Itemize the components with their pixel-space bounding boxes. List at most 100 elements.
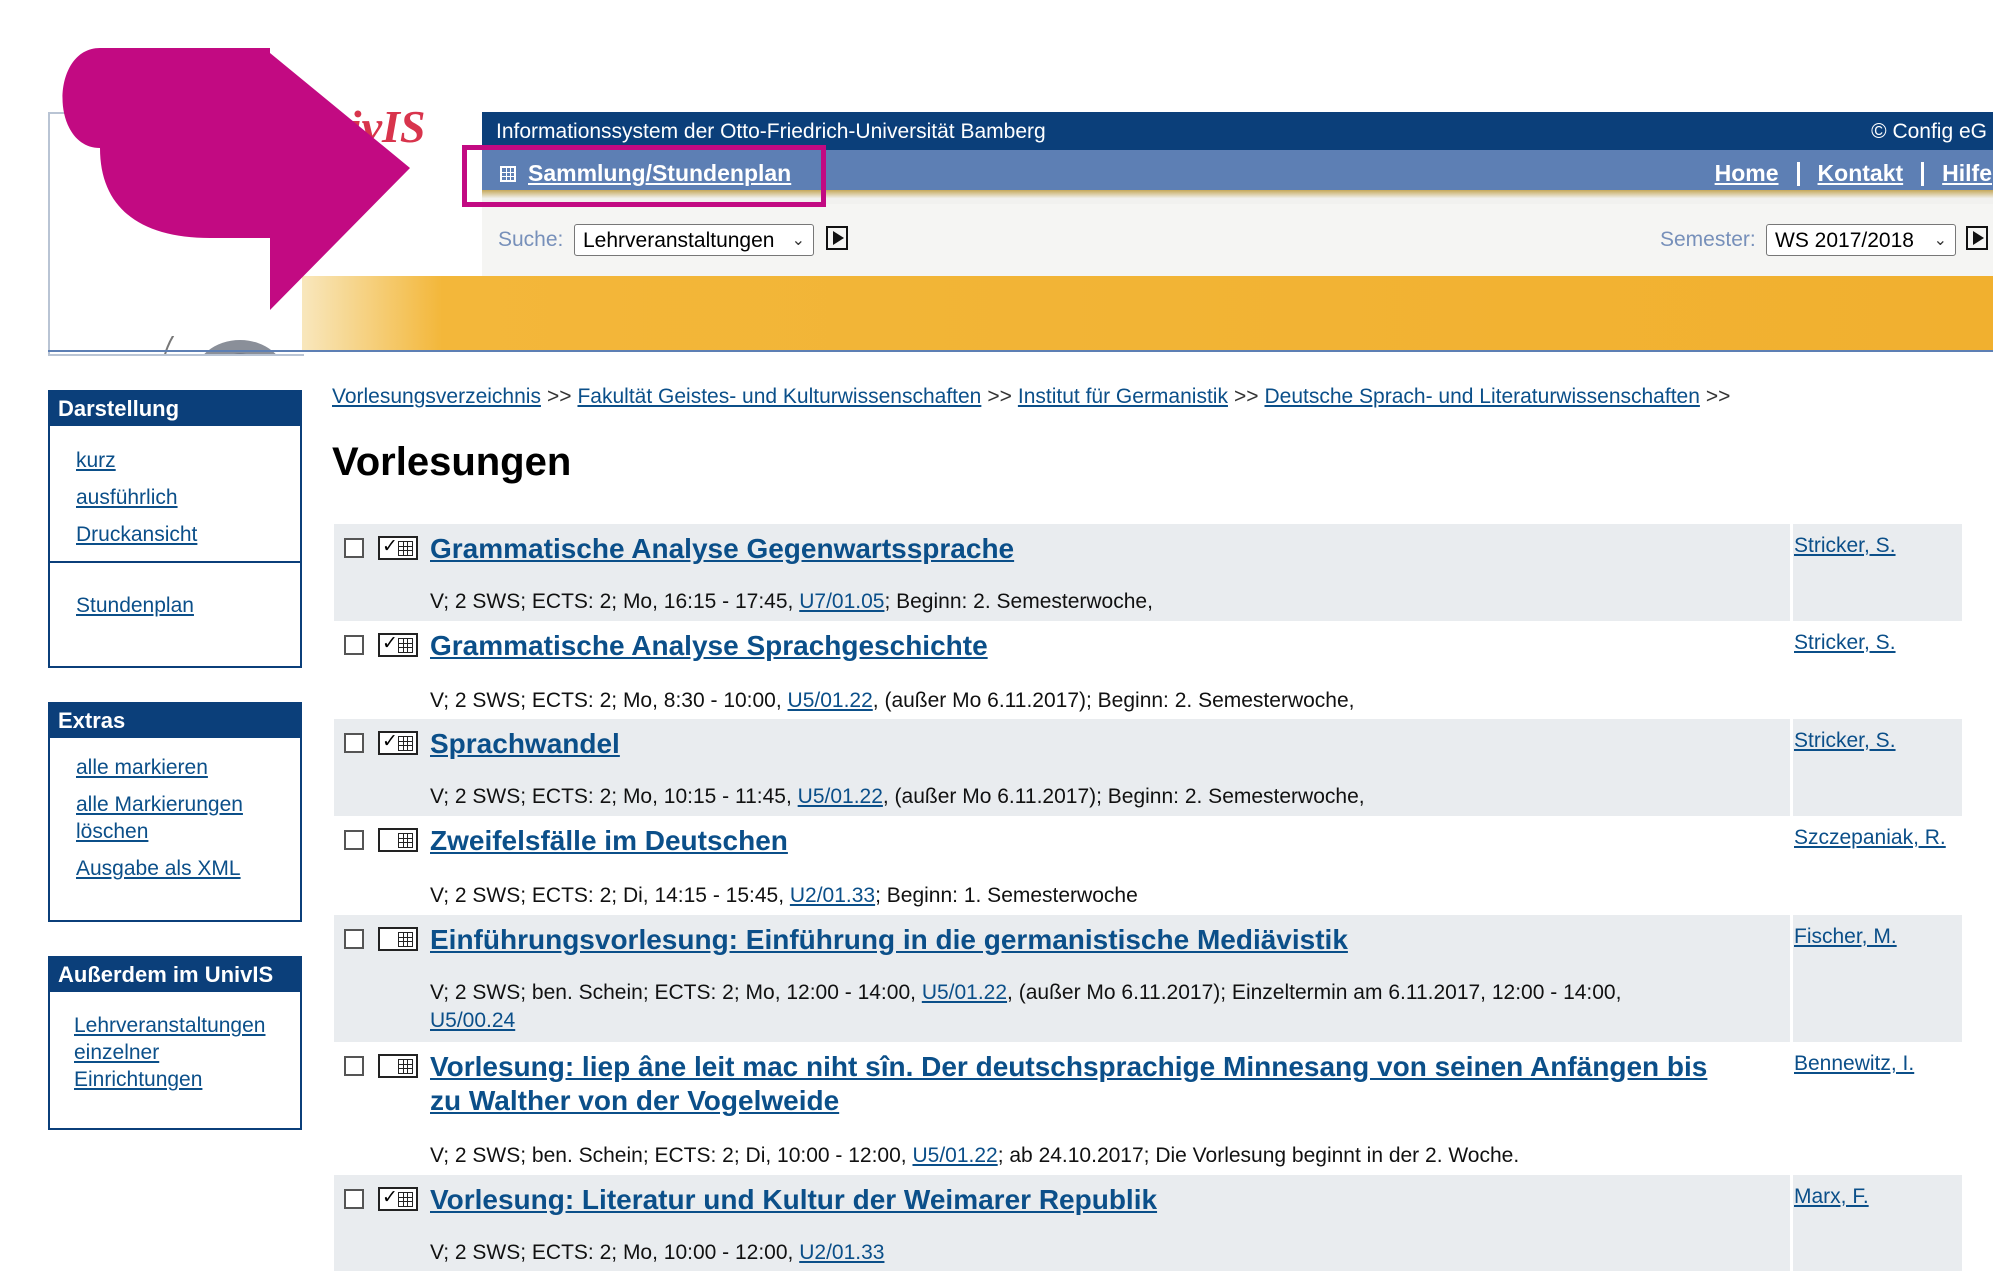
lecturer-link[interactable]: Fischer, M. xyxy=(1794,925,1897,949)
course-select-checkbox[interactable] xyxy=(344,830,364,850)
breadcrumb-item[interactable]: Vorlesungsverzeichnis xyxy=(332,385,541,408)
schedule-toggle-button[interactable]: ✓ xyxy=(378,536,418,560)
course-info-text: V; 2 SWS; ben. Schein; ECTS: 2; Di, 10:0… xyxy=(430,1144,913,1167)
system-title: Informationssystem der Otto-Friedrich-Un… xyxy=(496,120,1046,143)
course-info-text: V; 2 SWS; ECTS: 2; Mo, 10:00 - 12:00, xyxy=(430,1241,800,1264)
semester-go-button[interactable] xyxy=(1966,226,1988,250)
room-link[interactable]: U2/01.33 xyxy=(799,1241,884,1264)
grid-icon xyxy=(398,932,413,947)
course-info-text: V; 2 SWS; ECTS: 2; Mo, 8:30 - 10:00, xyxy=(430,689,788,712)
sidebar-link-lehrveranstaltungen[interactable]: Lehrveranstaltungen einzelner Einrichtun… xyxy=(74,1012,274,1093)
university-seal-icon xyxy=(164,336,276,354)
nav-kontakt-link[interactable]: Kontakt xyxy=(1818,160,1904,187)
course-row: Einführungsvorlesung: Einführung in die … xyxy=(334,915,1962,1042)
breadcrumb-separator: >> xyxy=(1705,385,1731,408)
lecturer-link[interactable]: Szczepaniak, R. xyxy=(1794,826,1946,850)
lecturer-link[interactable]: Stricker, S. xyxy=(1794,631,1896,655)
course-select-checkbox[interactable] xyxy=(344,538,364,558)
course-info: V; 2 SWS; ben. Schein; ECTS: 2; Mo, 12:0… xyxy=(430,979,1730,1035)
sidebar-link-stundenplan[interactable]: Stundenplan xyxy=(76,587,300,624)
course-info-text: , (außer Mo 6.11.2017); Einzeltermin am … xyxy=(1007,981,1622,1004)
schedule-toggle-button[interactable] xyxy=(378,1054,418,1078)
course-title-link[interactable]: Grammatische Analyse Sprachgeschichte xyxy=(430,629,1730,663)
sidebar-ausserdem: Außerdem im UnivIS Lehrveranstaltungen e… xyxy=(48,956,302,1130)
course-info: V; 2 SWS; ECTS: 2; Di, 14:15 - 15:45, U2… xyxy=(430,882,1730,910)
course-title-link[interactable]: Zweifelsfälle im Deutschen xyxy=(430,824,1730,858)
sidebar-link-druckansicht[interactable]: Druckansicht xyxy=(76,516,300,553)
checkmark-icon: ✓ xyxy=(382,536,398,557)
sidebar-link-alle-markieren[interactable]: alle markieren xyxy=(76,754,300,781)
course-select-checkbox[interactable] xyxy=(344,1189,364,1209)
room-link[interactable]: U5/01.22 xyxy=(922,981,1007,1004)
semester-label: Semester: xyxy=(1660,228,1756,251)
nav-home-link[interactable]: Home xyxy=(1715,160,1779,187)
grid-icon xyxy=(398,1192,413,1207)
grid-icon xyxy=(398,833,413,848)
course-title-link[interactable]: Vorlesung: Literatur und Kultur der Weim… xyxy=(430,1183,1730,1217)
breadcrumb-separator: >> xyxy=(987,385,1012,408)
course-info: V; 2 SWS; ECTS: 2; Mo, 10:00 - 12:00, U2… xyxy=(430,1239,1730,1267)
room-link[interactable]: U2/01.33 xyxy=(790,884,875,907)
course-select-checkbox[interactable] xyxy=(344,1056,364,1076)
schedule-toggle-button[interactable]: ✓ xyxy=(378,633,418,657)
column-divider xyxy=(1790,915,1793,1042)
room-link[interactable]: U5/00.24 xyxy=(430,1009,515,1032)
search-label: Suche: xyxy=(498,228,564,251)
schedule-toggle-button[interactable] xyxy=(378,927,418,951)
course-row: Vorlesung: liep âne leit mac niht sîn. D… xyxy=(334,1042,1962,1175)
search-go-button[interactable] xyxy=(826,226,848,250)
course-info: V; 2 SWS; ECTS: 2; Mo, 10:15 - 11:45, U5… xyxy=(430,783,1730,811)
room-link[interactable]: U7/01.05 xyxy=(799,590,884,613)
lecturer-link[interactable]: Marx, F. xyxy=(1794,1185,1869,1209)
room-link[interactable]: U5/01.22 xyxy=(798,785,883,808)
room-link[interactable]: U5/01.22 xyxy=(912,1144,997,1167)
checkmark-icon: ✓ xyxy=(382,1187,398,1208)
grid-icon xyxy=(398,1059,413,1074)
course-title-link[interactable]: Grammatische Analyse Gegenwartssprache xyxy=(430,532,1730,566)
sidebar-link-markierungen-loeschen[interactable]: alle Markierungen löschen xyxy=(76,791,276,845)
course-info-text: , (außer Mo 6.11.2017); Beginn: 2. Semes… xyxy=(872,689,1355,712)
page-title: Vorlesungen xyxy=(332,440,572,484)
course-title-link[interactable]: Einführungsvorlesung: Einführung in die … xyxy=(430,923,1730,957)
schedule-toggle-button[interactable] xyxy=(378,828,418,852)
room-link[interactable]: U5/01.22 xyxy=(788,689,873,712)
course-row: ✓ Sprachwandel V; 2 SWS; ECTS: 2; Mo, 10… xyxy=(334,719,1962,816)
breadcrumb-item[interactable]: Institut für Germanistik xyxy=(1018,385,1228,408)
breadcrumb-separator: >> xyxy=(1233,385,1259,408)
checkmark-icon: ✓ xyxy=(382,731,398,752)
lecturer-link[interactable]: Stricker, S. xyxy=(1794,534,1896,558)
schedule-toggle-button[interactable]: ✓ xyxy=(378,1187,418,1211)
semester-value: WS 2017/2018 xyxy=(1775,229,1914,252)
course-info: V; 2 SWS; ECTS: 2; Mo, 16:15 - 17:45, U7… xyxy=(430,588,1730,616)
grid-icon xyxy=(398,736,413,751)
course-select-checkbox[interactable] xyxy=(344,929,364,949)
course-select-checkbox[interactable] xyxy=(344,733,364,753)
course-row: ✓ Vorlesung: Literatur und Kultur der We… xyxy=(334,1175,1962,1271)
highlight-box xyxy=(462,145,826,207)
search-type-select[interactable]: Lehrveranstaltungen ⌄ xyxy=(574,224,814,256)
sidebar-link-ausfuehrlich[interactable]: ausführlich xyxy=(76,479,300,516)
lecturer-link[interactable]: Bennewitz, I. xyxy=(1794,1052,1914,1076)
sidebar-link-xml[interactable]: Ausgabe als XML xyxy=(76,855,300,882)
column-divider xyxy=(1790,524,1793,621)
course-info-text: V; 2 SWS; ECTS: 2; Mo, 10:15 - 11:45, xyxy=(430,785,798,808)
course-title-link[interactable]: Sprachwandel xyxy=(430,727,1730,761)
course-select-checkbox[interactable] xyxy=(344,635,364,655)
header-orange-band xyxy=(302,276,1993,350)
course-title-link[interactable]: Vorlesung: liep âne leit mac niht sîn. D… xyxy=(430,1050,1730,1118)
lecturer-link[interactable]: Stricker, S. xyxy=(1794,729,1896,753)
header-bottom-border xyxy=(48,350,1993,352)
breadcrumb-item[interactable]: Fakultät Geistes- und Kulturwissenschaft… xyxy=(577,385,981,408)
course-info: V; 2 SWS; ECTS: 2; Mo, 8:30 - 10:00, U5/… xyxy=(430,687,1730,715)
schedule-toggle-button[interactable]: ✓ xyxy=(378,731,418,755)
breadcrumb-item[interactable]: Deutsche Sprach- und Literaturwissenscha… xyxy=(1264,385,1699,408)
course-row: ✓ Grammatische Analyse Gegenwartssprache… xyxy=(334,524,1962,621)
course-info: V; 2 SWS; ben. Schein; ECTS: 2; Di, 10:0… xyxy=(430,1142,1730,1170)
breadcrumb: Vorlesungsverzeichnis >> Fakultät Geistes-… xyxy=(332,385,1736,409)
sidebar-link-kurz[interactable]: kurz xyxy=(76,442,300,479)
semester-select[interactable]: WS 2017/2018 ⌄ xyxy=(1766,224,1956,256)
breadcrumb-separator: >> xyxy=(546,385,572,408)
column-divider xyxy=(1790,1175,1793,1271)
course-info-text: V; 2 SWS; ECTS: 2; Di, 14:15 - 15:45, xyxy=(430,884,790,907)
nav-hilfe-link[interactable]: Hilfe xyxy=(1942,160,1992,187)
